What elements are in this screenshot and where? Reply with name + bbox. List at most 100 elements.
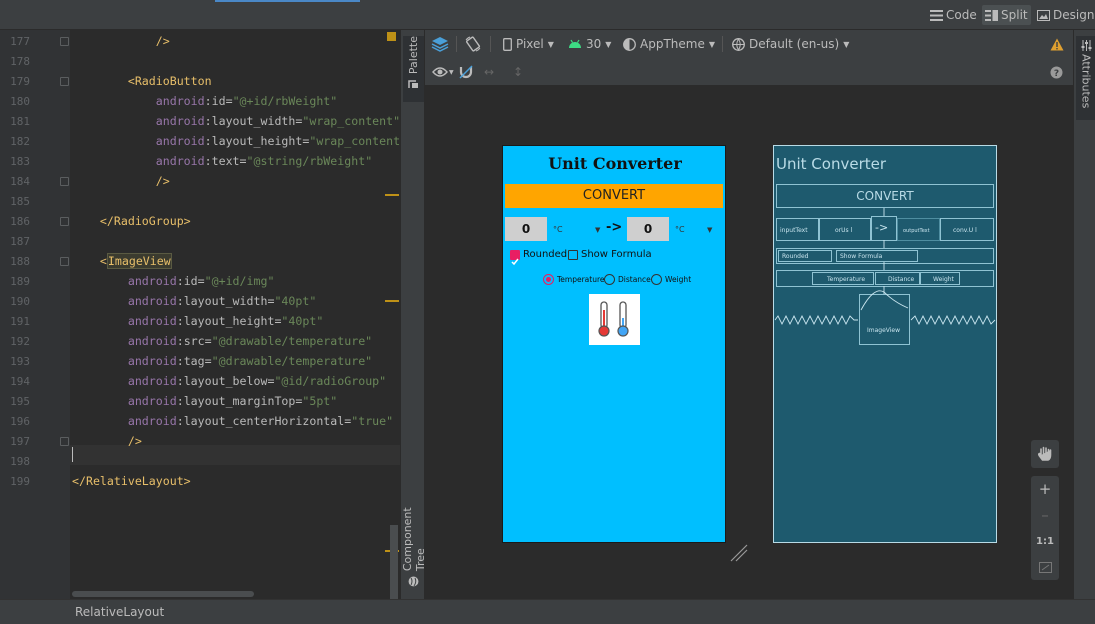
chevron-down-icon: ▼ [707,226,713,234]
code-line[interactable]: </RadioGroup> [72,214,191,228]
zoom-in-button[interactable]: + [1031,476,1059,502]
input-field[interactable]: 0 [505,217,547,241]
current-line-highlight [70,445,400,465]
device-selector[interactable]: Pixel ▼ [503,36,554,52]
tab-component-tree[interactable]: Component Tree [401,482,427,587]
line-number: 185 [10,195,30,208]
code-mode-button[interactable]: Code [927,5,980,25]
code-token: :id= [176,274,205,288]
api-level-label: 30 [586,37,602,51]
code-token: "@string/rbWeight" [246,154,373,168]
line-number: 177 [10,35,30,48]
orientation-button[interactable] [464,36,482,52]
design-surface[interactable]: Pixel ▼ 30 ▼ AppTheme ▼ Default (en-us) … [425,30,1073,599]
fold-marker[interactable] [60,177,69,186]
zoom-out-button[interactable]: – [1031,502,1059,528]
help-icon[interactable]: ? [1050,64,1063,80]
blueprint-convert-button[interactable]: CONVERT [776,184,994,208]
design-secondary-toolbar: ▼ ↔ ↕ ? [425,58,1073,86]
chevron-down-icon: ▼ [449,68,454,76]
design-mode-button[interactable]: Design [1034,5,1095,25]
design-preview[interactable]: Unit Converter CONVERT 0 °C ▼ -> 0 °C ▼ … [502,145,726,543]
code-line[interactable]: android:tag="@drawable/temperature" [72,354,372,368]
fold-marker[interactable] [60,37,69,46]
horizontal-scrollbar[interactable] [72,591,254,597]
code-line[interactable]: android:id="@+id/rbWeight" [72,94,338,108]
vertical-scrollbar[interactable] [390,525,398,599]
warning-marker[interactable] [387,32,396,41]
code-line[interactable]: </RelativeLayout> [72,474,191,488]
code-line[interactable]: android:layout_below="@id/radioGroup" [72,374,386,388]
code-line[interactable]: <ImageView [72,253,172,269]
code-line[interactable]: android:layout_width="40pt" [72,294,317,308]
fold-marker[interactable] [60,77,69,86]
radio-temperature[interactable] [543,274,554,285]
line-number: 192 [10,335,30,348]
input-unit-spinner[interactable]: °C [553,225,563,234]
radio-weight[interactable] [651,274,662,285]
output-unit-spinner[interactable]: °C [675,225,685,234]
split-icon [985,9,998,21]
code-token: "wrap_content" [302,114,401,128]
api-level-selector[interactable]: 30 ▼ [568,36,611,52]
blueprint-title[interactable]: Unit Converter [776,149,994,181]
expand-horizontal-icon[interactable]: ↔ [484,64,494,80]
code-line[interactable]: /> [72,174,170,188]
code-line[interactable]: /> [72,434,142,448]
code-token: </RadioGroup> [99,214,191,228]
locale-selector[interactable]: Default (en-us) ▼ [732,36,849,52]
pan-tool-button[interactable] [1031,440,1059,468]
code-line[interactable]: android:layout_height="wrap_content [72,134,400,148]
code-line[interactable]: /> [72,34,170,48]
code-token: /> [155,174,170,188]
code-line[interactable]: android:id="@+id/img" [72,274,275,288]
resize-handle-icon[interactable] [729,544,749,562]
design-surface-layers-button[interactable] [431,36,449,52]
code-line[interactable]: android:layout_height="40pt" [72,314,323,328]
design-mode-label: Design [1053,8,1095,22]
autoconnect-toggle[interactable] [459,64,473,80]
fold-marker[interactable] [60,217,69,226]
code-token: "@+id/img" [204,274,275,288]
view-options-button[interactable]: ▼ [432,64,454,80]
expand-vertical-icon[interactable]: ↕ [513,64,523,80]
theme-selector[interactable]: AppTheme ▼ [623,36,715,52]
temperature-image [589,294,640,345]
zoom-actual-size-button[interactable]: 1:1 [1031,528,1059,554]
code-line[interactable]: android:layout_centerHorizontal="true" [72,414,393,428]
code-line[interactable]: android:layout_marginTop="5pt" [72,394,337,408]
tab-attributes[interactable]: Attributes [1076,36,1095,120]
radio-distance[interactable] [604,274,615,285]
breadcrumb[interactable]: RelativeLayout [75,605,164,619]
warning-icon[interactable] [1050,36,1064,52]
code-line[interactable]: android:layout_width="wrap_content" [72,114,400,128]
tab-palette[interactable]: Palette [403,36,424,102]
blueprint-preview[interactable]: Unit Converter CONVERT inputText orUs l … [773,145,997,543]
chevron-down-icon: ▼ [843,39,850,49]
palette-label: Palette [407,36,420,75]
convert-button[interactable]: CONVERT [505,184,723,208]
show-formula-checkbox[interactable] [568,250,578,260]
code-token: :layout_height= [176,314,282,328]
code-token: android [127,274,177,288]
zoom-to-fit-button[interactable] [1031,554,1059,580]
rounded-checkbox[interactable] [510,250,520,266]
code-line[interactable]: <RadioButton [72,74,212,88]
line-number: 191 [10,315,30,328]
chevron-down-icon: ▼ [547,39,554,49]
split-mode-button[interactable]: Split [982,5,1031,25]
code-line[interactable]: android:src="@drawable/temperature" [72,334,372,348]
code-token: "@drawable/temperature" [211,334,373,348]
line-number: 194 [10,375,30,388]
code-line[interactable]: android:text="@string/rbWeight" [72,154,372,168]
code-token: "true" [351,414,394,428]
code-editor[interactable]: 177 178 179 180 181 182 183 184 185 186 187 188 189 1… [0,30,400,599]
fold-marker[interactable] [60,437,69,446]
fold-marker[interactable] [60,257,69,266]
top-toolbar: Code Split Design [0,0,1095,30]
code-token: android [127,414,177,428]
